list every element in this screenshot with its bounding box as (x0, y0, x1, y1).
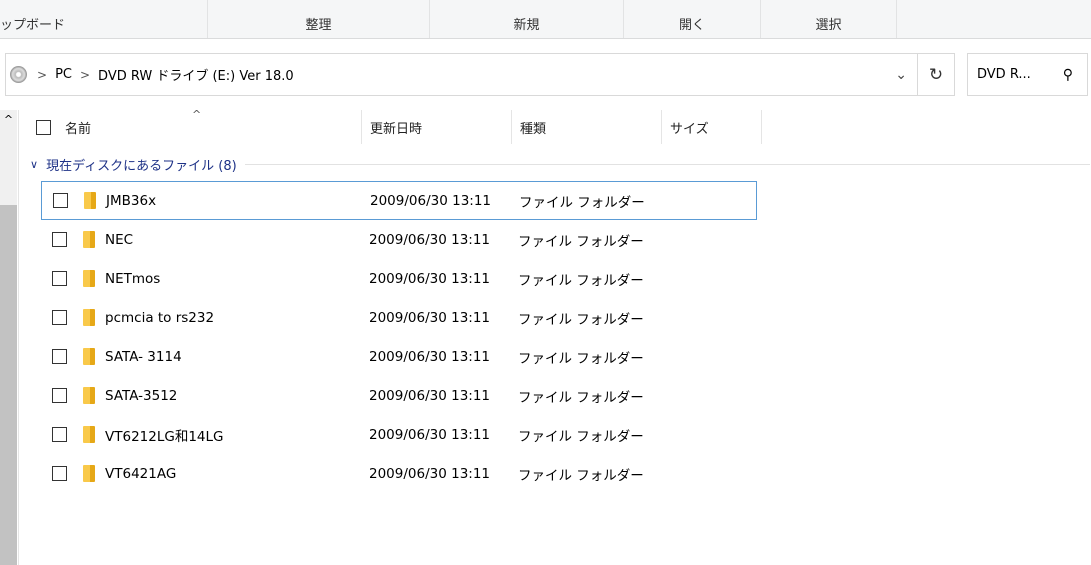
file-name: NETmos (105, 270, 161, 287)
folder-icon (83, 309, 95, 326)
file-type: ファイル フォルダー (518, 428, 644, 445)
file-name: NEC (105, 231, 134, 248)
breadcrumb-pc[interactable]: PC (55, 67, 72, 82)
file-row[interactable]: pcmcia to rs232 2009/06/30 13:11 ファイル フォ… (41, 298, 757, 337)
row-checkbox[interactable] (52, 232, 67, 247)
ribbon-group-clipboard[interactable]: ップボード (0, 0, 208, 38)
file-date: 2009/06/30 13:11 (369, 465, 491, 482)
nav-pane-scrollbar[interactable]: ^ (0, 110, 17, 565)
file-row[interactable]: VT6421AG 2009/06/30 13:11 ファイル フォルダー (41, 454, 757, 493)
ribbon-group-label: ップボード (0, 18, 66, 33)
refresh-icon: ↻ (928, 64, 944, 85)
address-bar[interactable]: > PC > DVD RW ドライブ (E:) Ver 18.0 ⌄ (5, 53, 918, 96)
select-all-checkbox[interactable] (36, 119, 51, 135)
file-date: 2009/06/30 13:11 (369, 348, 491, 365)
search-input[interactable]: DVD R... ⚲ (967, 53, 1088, 96)
file-type: ファイル フォルダー (518, 350, 644, 367)
file-name: pcmcia to rs232 (105, 309, 215, 326)
file-row[interactable]: NETmos 2009/06/30 13:11 ファイル フォルダー (41, 259, 757, 298)
column-type-label: 種類 (520, 121, 547, 137)
file-type: ファイル フォルダー (518, 233, 644, 250)
chevron-down-icon: ∨ (30, 158, 39, 171)
group-header[interactable]: ∨ 現在ディスクにあるファイル (8) (30, 155, 1090, 174)
file-name: SATA-3512 (105, 387, 178, 404)
ribbon-group-new[interactable]: 新規 (430, 0, 624, 38)
ribbon-group-organize[interactable]: 整理 (208, 0, 430, 38)
column-date[interactable]: 更新日時 (362, 110, 512, 144)
folder-icon (83, 231, 95, 248)
folder-icon (83, 348, 95, 365)
row-checkbox[interactable] (52, 427, 67, 442)
file-type: ファイル フォルダー (518, 467, 644, 484)
dropdown-chevron-icon[interactable]: ⌄ (895, 67, 907, 83)
file-name: SATA- 3114 (105, 348, 182, 365)
search-icon: ⚲ (1062, 66, 1073, 83)
dvd-drive-icon (10, 66, 27, 83)
file-date: 2009/06/30 13:11 (369, 426, 491, 443)
row-checkbox[interactable] (52, 310, 67, 325)
ribbon-group-select[interactable]: 選択 (761, 0, 897, 38)
row-checkbox[interactable] (52, 388, 67, 403)
chevron-right-icon: > (79, 67, 91, 82)
folder-icon (83, 426, 95, 443)
column-name-label: 名前 (65, 121, 92, 137)
scrollbar-thumb[interactable] (0, 205, 17, 565)
column-size-label: サイズ (670, 121, 709, 137)
column-size[interactable]: サイズ (662, 110, 762, 144)
row-checkbox[interactable] (52, 271, 67, 286)
ribbon-group-label: 選択 (815, 18, 842, 33)
file-date: 2009/06/30 13:11 (369, 387, 491, 404)
scroll-up-icon[interactable]: ^ (0, 110, 17, 126)
file-type: ファイル フォルダー (518, 311, 644, 328)
folder-icon (83, 465, 95, 482)
ribbon-group-open[interactable]: 開く (624, 0, 761, 38)
sort-ascending-icon: ^ (192, 108, 202, 121)
breadcrumb-dvd-drive[interactable]: DVD RW ドライブ (E:) Ver 18.0 (98, 65, 294, 84)
file-date: 2009/06/30 13:11 (369, 270, 491, 287)
group-divider (244, 164, 1090, 165)
row-checkbox[interactable] (53, 193, 68, 208)
column-type[interactable]: 種類 (512, 110, 662, 144)
file-name: VT6212LG和14LG (105, 428, 224, 445)
ribbon-group-label: 整理 (305, 18, 332, 33)
file-name: JMB36x (106, 192, 157, 209)
file-name: VT6421AG (105, 465, 177, 482)
file-date: 2009/06/30 13:11 (369, 309, 491, 326)
ribbon-group-label: 新規 (513, 18, 540, 33)
column-date-label: 更新日時 (370, 121, 423, 137)
pane-divider (18, 110, 19, 565)
ribbon: ップボード 整理 新規 開く 選択 (0, 0, 1091, 39)
column-header: 名前 ^ 更新日時 種類 サイズ (20, 108, 780, 144)
ribbon-group-label: 開く (678, 18, 705, 33)
row-checkbox[interactable] (52, 349, 67, 364)
file-date: 2009/06/30 13:11 (370, 192, 492, 209)
file-row[interactable]: JMB36x 2009/06/30 13:11 ファイル フォルダー (41, 181, 757, 220)
file-row[interactable]: SATA-3512 2009/06/30 13:11 ファイル フォルダー (41, 376, 757, 415)
row-checkbox[interactable] (52, 466, 67, 481)
file-row[interactable]: NEC 2009/06/30 13:11 ファイル フォルダー (41, 220, 757, 259)
file-type: ファイル フォルダー (518, 272, 644, 289)
file-row[interactable]: SATA- 3114 2009/06/30 13:11 ファイル フォルダー (41, 337, 757, 376)
column-name[interactable]: 名前 ^ (20, 108, 362, 144)
file-type: ファイル フォルダー (518, 389, 644, 406)
folder-icon (84, 192, 96, 209)
file-row[interactable]: VT6212LG和14LG 2009/06/30 13:11 ファイル フォルダ… (41, 415, 757, 454)
chevron-right-icon: > (37, 67, 48, 82)
file-date: 2009/06/30 13:11 (369, 231, 491, 248)
folder-icon (83, 270, 95, 287)
group-label: 現在ディスクにあるファイル (8) (46, 159, 237, 174)
file-type: ファイル フォルダー (519, 194, 645, 211)
search-placeholder: DVD R... (977, 67, 1031, 82)
folder-icon (83, 387, 95, 404)
refresh-button[interactable]: ↻ (917, 53, 955, 96)
